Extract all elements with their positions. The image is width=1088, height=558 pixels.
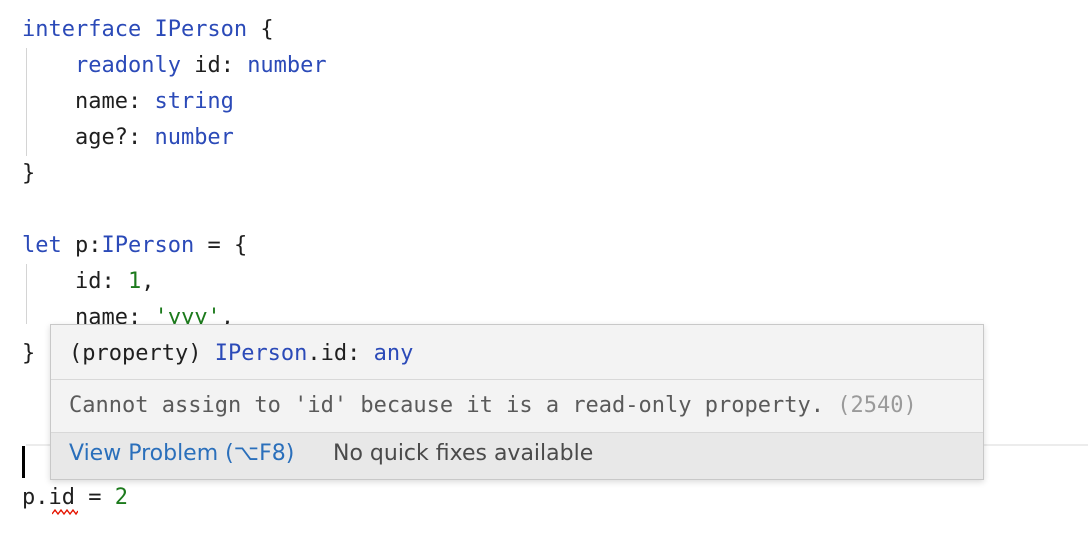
indent-guide (26, 48, 27, 156)
code-token: } (22, 341, 36, 366)
code-token: let (22, 233, 75, 258)
signature-type: IPerson (214, 341, 308, 366)
signature-member: .id: (307, 341, 374, 366)
code-line[interactable]: age?: number (22, 120, 327, 156)
code-token: interface (22, 17, 155, 42)
no-quick-fixes-text: No quick fixes available (333, 441, 594, 466)
code-line[interactable]: id: 1, (22, 264, 327, 300)
code-token: p: (74, 233, 102, 258)
error-text: Cannot assign to 'id' because it is a re… (69, 393, 838, 418)
code-token: { (247, 17, 274, 42)
code-token: readonly (74, 53, 181, 78)
code-token: , (141, 269, 155, 294)
code-token: id: (22, 269, 128, 294)
code-token: number (154, 125, 234, 150)
code-token: id: (180, 53, 248, 78)
hover-widget: (property) IPerson.id: any Cannot assign… (50, 324, 984, 480)
hover-signature: (property) IPerson.id: any (69, 339, 413, 369)
code-line[interactable]: name: string (22, 84, 327, 120)
signature-value: any (373, 341, 414, 366)
code-token: IPerson (154, 17, 248, 42)
code-token: p. (22, 485, 49, 510)
code-line[interactable]: readonly id: number (22, 48, 327, 84)
code-line[interactable]: interface IPerson { (22, 12, 327, 48)
indent-guide (26, 264, 27, 324)
code-line[interactable]: } (22, 156, 327, 192)
code-token: = { (194, 233, 248, 258)
text-cursor (22, 446, 25, 478)
code-token: = (75, 485, 115, 510)
code-token: 1 (127, 269, 142, 294)
code-line[interactable] (22, 192, 327, 228)
code-token: name: (22, 89, 155, 114)
code-token: string (154, 89, 234, 114)
error-squiggle (52, 508, 78, 516)
hover-status-bar: View Problem (⌥F8) No quick fixes availa… (51, 433, 983, 479)
code-token: number (247, 53, 327, 78)
code-token: IPerson (101, 233, 195, 258)
error-message: Cannot assign to 'id' because it is a re… (69, 391, 917, 421)
code-token: 2 (114, 485, 128, 510)
code-line[interactable]: let p:IPerson = { (22, 228, 327, 264)
code-token: } (22, 161, 36, 186)
error-code: (2540) (837, 393, 917, 418)
code-token: id (48, 485, 76, 510)
code-token: age?: (22, 125, 155, 150)
signature-prefix: (property) (69, 341, 215, 366)
view-problem-link[interactable]: View Problem (⌥F8) (69, 441, 294, 466)
hover-divider (51, 379, 983, 380)
